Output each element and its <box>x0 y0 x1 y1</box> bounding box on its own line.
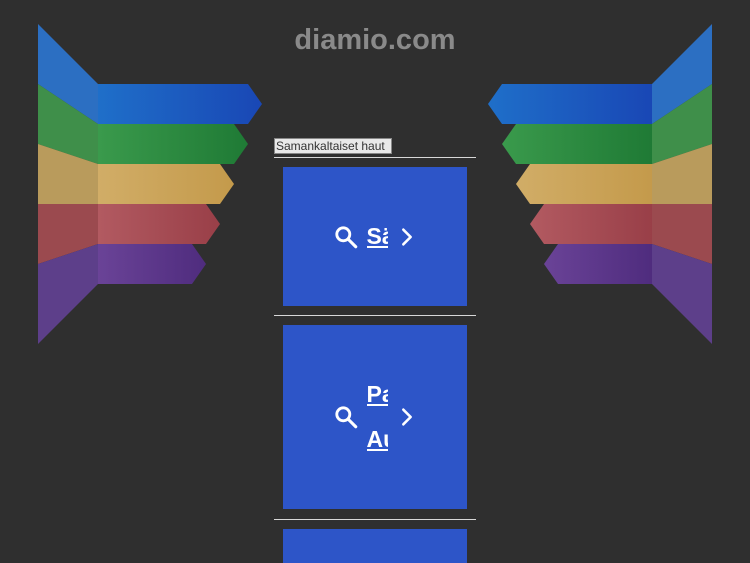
related-search-link[interactable]: Sähköpostit <box>367 214 388 259</box>
chevron-right-icon <box>401 227 412 246</box>
divider-top <box>274 157 476 158</box>
related-search-link[interactable]: Autot <box>367 417 388 462</box>
search-icon <box>334 406 357 429</box>
divider-bottom <box>274 519 476 520</box>
related-search-card-1[interactable]: Sähköpostit <box>283 167 467 306</box>
related-search-card-3[interactable] <box>283 529 467 563</box>
related-searches-label: Samankaltaiset haut <box>274 138 392 154</box>
chevron-right-icon <box>401 408 412 426</box>
divider-middle <box>274 315 476 316</box>
search-icon <box>334 225 357 248</box>
related-search-link[interactable]: Palvelut <box>367 372 388 417</box>
related-search-card-2[interactable]: Palvelut Autot <box>283 325 467 509</box>
